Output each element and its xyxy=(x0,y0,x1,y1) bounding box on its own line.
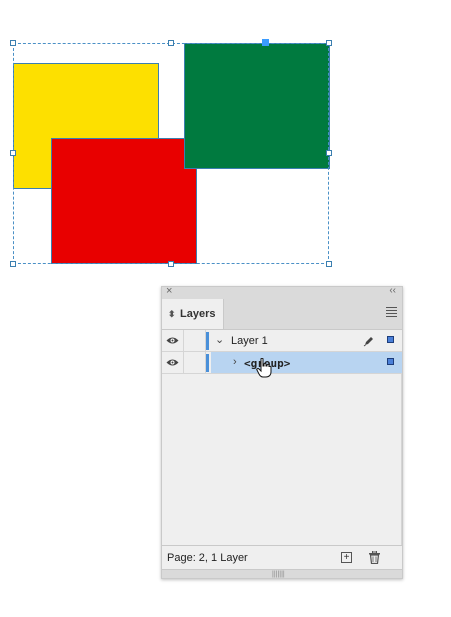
layers-panel: × ‹‹ ⬍ Layers ⌄ Layer 1 › <group> Page: … xyxy=(161,285,403,579)
hand-cursor-icon xyxy=(256,358,272,378)
panel-menu-icon[interactable] xyxy=(386,307,397,319)
layers-list-empty-area xyxy=(162,373,402,548)
updown-arrows-icon: ⬍ xyxy=(168,309,176,319)
tab-layers[interactable]: ⬍ Layers xyxy=(162,299,224,329)
selection-indicator-square[interactable] xyxy=(387,336,394,343)
layer-color-bar xyxy=(206,354,209,372)
resize-handle-bottom-right[interactable] xyxy=(326,261,332,267)
lock-toggle[interactable] xyxy=(184,352,206,374)
tab-layers-label: Layers xyxy=(180,308,216,320)
resize-handle-middle-right[interactable] xyxy=(326,150,332,156)
status-text: Page: 2, 1 Layer xyxy=(167,552,248,564)
trash-icon[interactable] xyxy=(369,551,380,564)
selection-indicator-square[interactable] xyxy=(387,358,394,365)
new-layer-icon[interactable]: + xyxy=(341,552,352,563)
layer-row-content[interactable]: ⌄ Layer 1 xyxy=(211,330,402,351)
group-row-content[interactable]: › <group> xyxy=(211,352,402,373)
resize-handle-top-center[interactable] xyxy=(168,40,174,46)
chevron-down-icon[interactable]: ⌄ xyxy=(215,333,224,346)
resize-handle-top-right[interactable] xyxy=(326,40,332,46)
grip-lines: ||||||| xyxy=(272,571,285,578)
group-row[interactable]: › <group> xyxy=(162,352,402,374)
resize-handle-middle-left[interactable] xyxy=(10,150,16,156)
visibility-toggle[interactable] xyxy=(162,330,184,352)
layer-row[interactable]: ⌄ Layer 1 xyxy=(162,330,402,352)
selection-bounding-box xyxy=(13,43,329,264)
resize-handle-bottom-center[interactable] xyxy=(168,261,174,267)
chevron-right-icon[interactable]: › xyxy=(233,356,237,368)
pen-icon xyxy=(363,337,373,347)
resize-handle-top-left[interactable] xyxy=(10,40,16,46)
layer-name: Layer 1 xyxy=(231,335,268,347)
visibility-toggle[interactable] xyxy=(162,352,184,374)
reference-point-handle[interactable] xyxy=(262,39,269,46)
eye-icon xyxy=(166,337,179,344)
panel-tabbar: ⬍ Layers xyxy=(162,299,402,330)
eye-icon xyxy=(166,359,179,366)
resize-handle-bottom-left[interactable] xyxy=(10,261,16,267)
resize-grip[interactable]: ||||||| xyxy=(162,569,402,578)
layer-color-bar xyxy=(206,332,209,350)
lock-toggle[interactable] xyxy=(184,330,206,352)
panel-footer: Page: 2, 1 Layer + xyxy=(162,545,402,570)
close-icon[interactable]: × xyxy=(166,285,172,297)
double-chevron-icon[interactable]: ‹‹ xyxy=(389,285,396,296)
